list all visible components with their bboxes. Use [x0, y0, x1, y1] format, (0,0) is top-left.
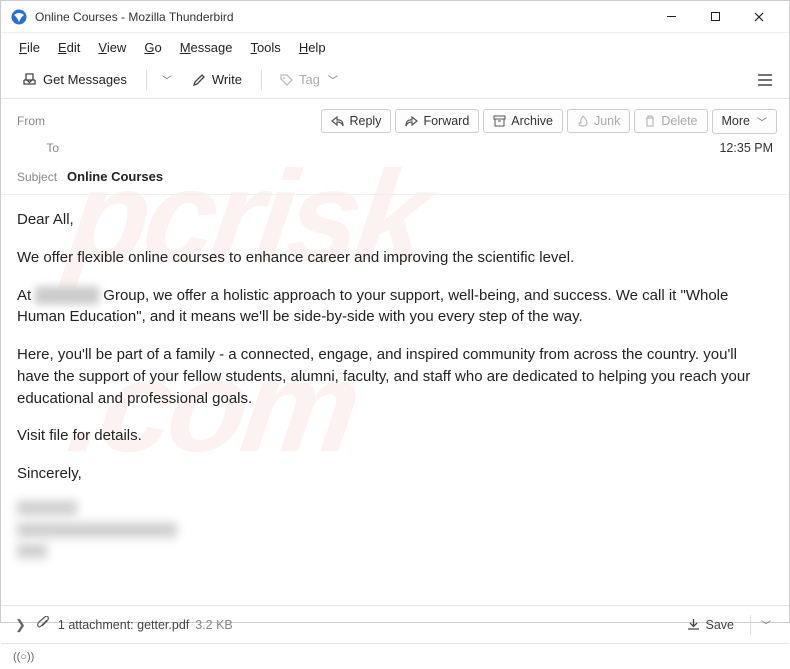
redacted-text: ██████: [35, 287, 99, 304]
menu-bar: File Edit View Go Message Tools Help: [1, 33, 789, 61]
title-bar: Online Courses - Mozilla Thunderbird: [1, 1, 789, 33]
paperclip-icon: [36, 616, 50, 634]
get-messages-label: Get Messages: [43, 72, 127, 87]
write-label: Write: [212, 72, 242, 87]
body-paragraph: Visit file for details.: [17, 425, 773, 447]
trash-icon: [644, 115, 656, 127]
inbox-icon: [22, 72, 37, 87]
forward-icon: [405, 116, 418, 127]
main-toolbar: Get Messages ﹀ Write Tag ﹀: [1, 61, 789, 99]
body-paragraph: Sincerely,: [17, 463, 773, 485]
save-attachment-button[interactable]: Save: [679, 615, 743, 635]
app-menu-button[interactable]: [751, 66, 779, 94]
connection-indicator-icon[interactable]: ((○)): [13, 651, 34, 663]
archive-button[interactable]: Archive: [483, 109, 563, 133]
body-paragraph: At ██████ Group, we offer a holistic app…: [17, 285, 773, 329]
subject-label: Subject: [17, 170, 57, 184]
from-label: From: [17, 114, 73, 128]
body-paragraph: Dear All,: [17, 209, 773, 231]
forward-button[interactable]: Forward: [395, 109, 479, 133]
separator: [146, 70, 147, 90]
maximize-button[interactable]: [693, 2, 737, 32]
get-messages-button[interactable]: Get Messages: [11, 66, 138, 93]
get-messages-dropdown[interactable]: ﹀: [153, 66, 179, 93]
more-button[interactable]: More﹀: [712, 109, 777, 134]
menu-file[interactable]: File: [11, 37, 48, 58]
menu-go[interactable]: Go: [136, 37, 169, 58]
message-time: 12:35 PM: [719, 141, 773, 155]
pencil-icon: [192, 73, 206, 87]
tag-button[interactable]: Tag ﹀: [268, 66, 349, 93]
tag-label: Tag: [299, 72, 320, 87]
to-row: To 12:35 PM: [1, 139, 789, 163]
menu-message[interactable]: Message: [172, 37, 241, 58]
tag-icon: [279, 73, 293, 87]
attachment-bar: ❯ 1 attachment: getter.pdf 3.2 KB Save ﹀: [1, 605, 789, 643]
separator: [750, 615, 751, 635]
archive-icon: [493, 115, 506, 127]
attachment-size: 3.2 KB: [195, 618, 233, 632]
flame-icon: [577, 115, 589, 127]
reply-icon: [331, 116, 344, 127]
redacted-text: x: [17, 523, 177, 537]
attachment-summary[interactable]: 1 attachment: getter.pdf: [58, 618, 189, 632]
menu-tools[interactable]: Tools: [242, 37, 288, 58]
to-label: To: [17, 141, 73, 155]
junk-button[interactable]: Junk: [567, 109, 630, 133]
message-body: Dear All, We offer flexible online cours…: [1, 195, 789, 605]
save-dropdown[interactable]: ﹀: [757, 617, 775, 632]
menu-view[interactable]: View: [90, 37, 134, 58]
body-paragraph: We offer flexible online courses to enha…: [17, 247, 773, 269]
thunderbird-icon: [11, 9, 27, 25]
write-button[interactable]: Write: [181, 66, 253, 93]
hamburger-icon: [757, 73, 773, 87]
message-header-row: From Reply Forward Archive Junk Delete M…: [1, 99, 789, 139]
menu-edit[interactable]: Edit: [50, 37, 88, 58]
expand-attachments-button[interactable]: ❯: [15, 617, 26, 633]
menu-help[interactable]: Help: [291, 37, 334, 58]
subject-value: Online Courses: [67, 169, 163, 184]
status-bar: ((○)): [1, 643, 789, 669]
redacted-text: x: [17, 544, 47, 558]
window-title: Online Courses - Mozilla Thunderbird: [35, 10, 649, 24]
reply-button[interactable]: Reply: [321, 109, 391, 133]
signature-block: x x x: [17, 501, 773, 566]
body-paragraph: Here, you'll be part of a family - a con…: [17, 344, 773, 409]
minimize-button[interactable]: [649, 2, 693, 32]
delete-button[interactable]: Delete: [634, 109, 707, 133]
separator: [261, 70, 262, 90]
redacted-text: x: [17, 501, 77, 515]
subject-row: Subject Online Courses: [1, 163, 789, 195]
close-button[interactable]: [737, 2, 781, 32]
download-icon: [687, 618, 700, 631]
